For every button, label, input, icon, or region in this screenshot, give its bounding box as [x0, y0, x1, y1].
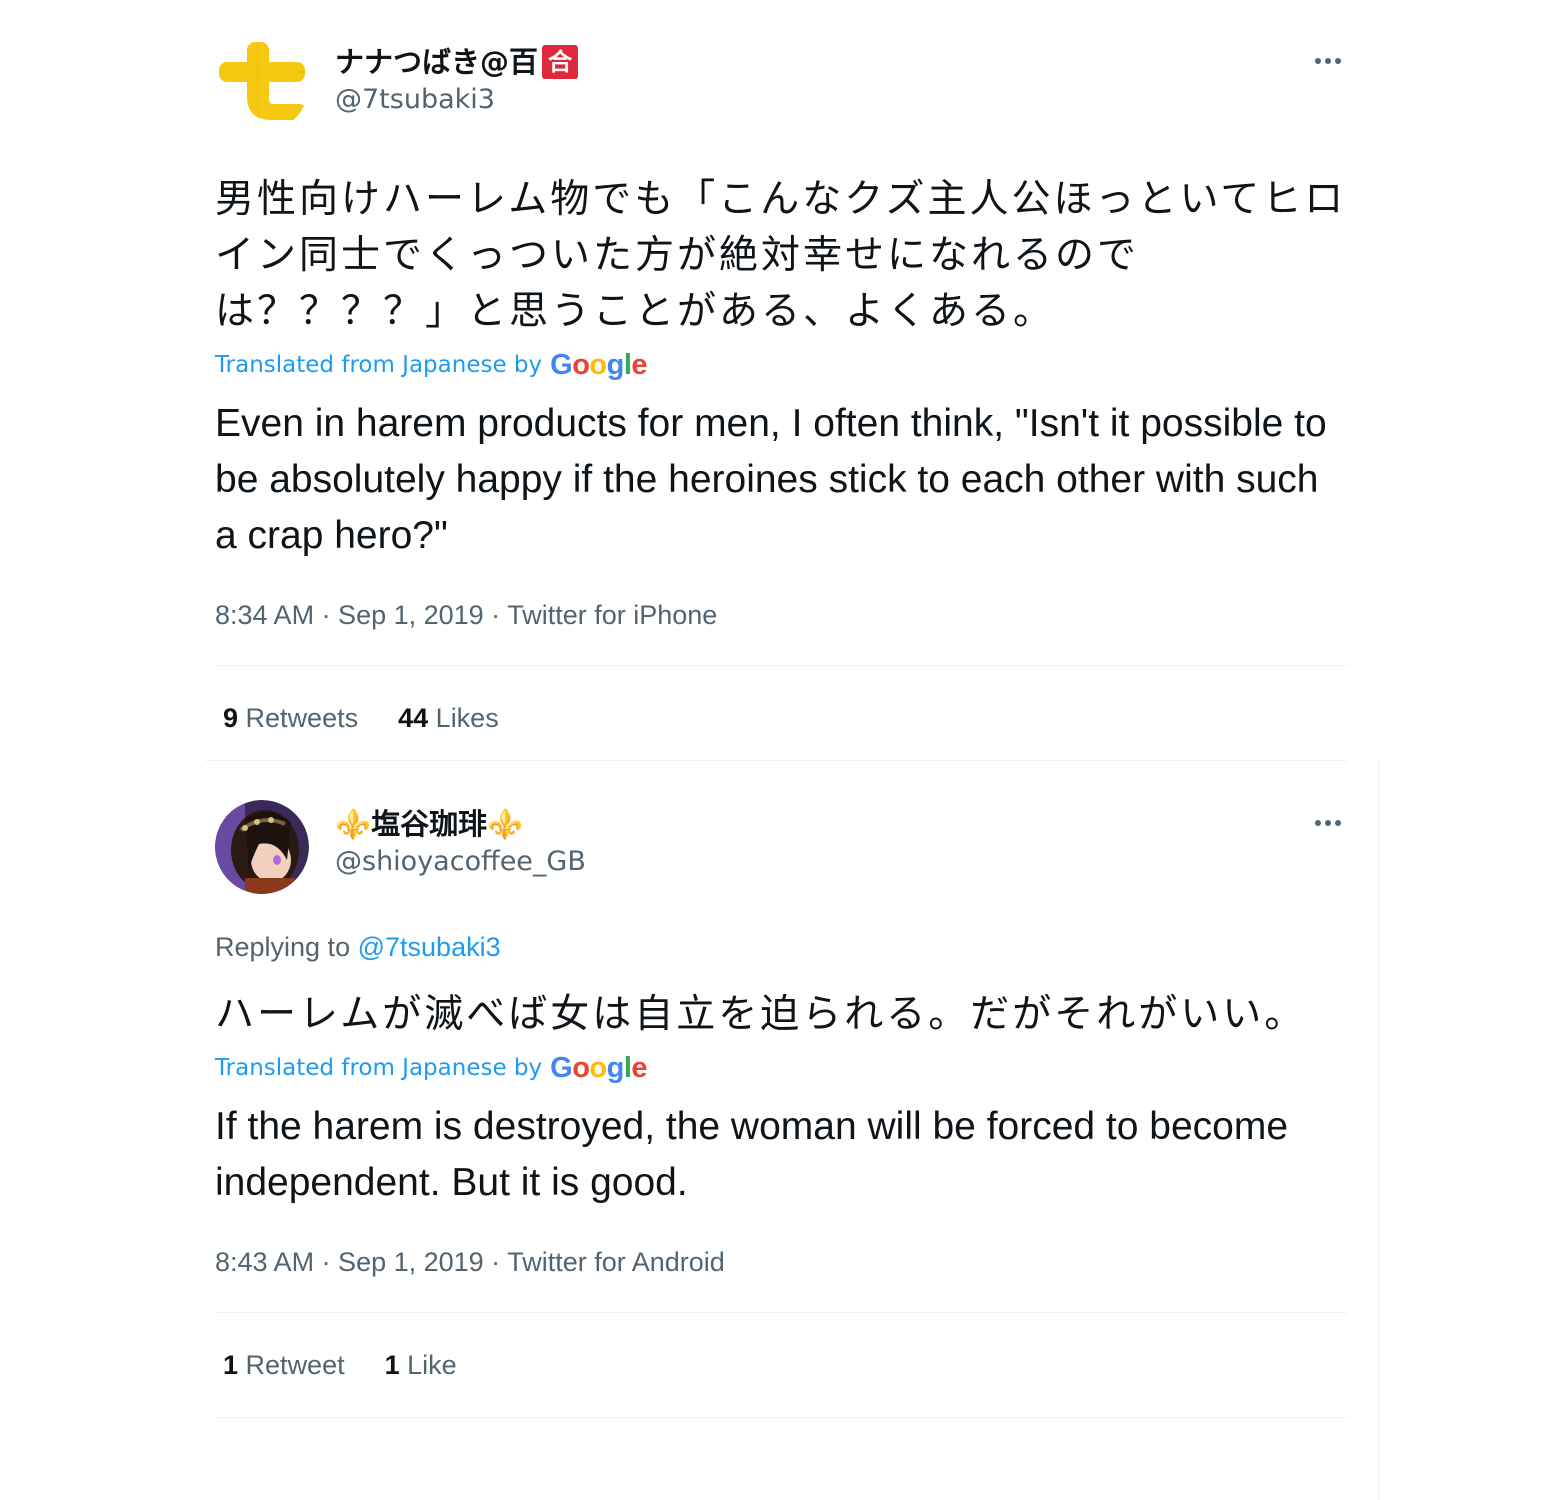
- translation-attribution[interactable]: Translated from Japanese by Google: [215, 1051, 1348, 1085]
- author-row: ナナつばき@百 合 @7tsubaki3: [215, 38, 1348, 134]
- replying-handle-link[interactable]: @7tsubaki3: [358, 932, 501, 962]
- display-name[interactable]: ナナつばき@百 合: [335, 44, 579, 80]
- more-horizontal-icon: [1315, 58, 1321, 64]
- avatar[interactable]: [215, 38, 309, 132]
- translated-label: Translated from Japanese by: [215, 1055, 543, 1081]
- tweet-stats: 9 Retweets 44 Likes: [215, 666, 1348, 770]
- tweet-text-original: 男性向けハーレム物でも「こんなクズ主人公ほっといてヒロイン同士でくっついた方が絶…: [215, 177, 1347, 334]
- divider: [215, 1417, 1348, 1418]
- google-logo: Google: [550, 348, 648, 381]
- display-name-text[interactable]: ⚜️塩谷珈琲⚜️: [335, 806, 523, 842]
- user-handle[interactable]: @7tsubaki3: [335, 80, 578, 120]
- retweets-count: 1: [223, 1349, 239, 1380]
- page: ナナつばき@百 合 @7tsubaki3 男性向けハーレム物でも「こんなクズ主人…: [0, 0, 1560, 1500]
- tweet-meta[interactable]: 8:34 AM · Sep 1, 2019 · Twitter for iPho…: [215, 600, 1348, 631]
- more-horizontal-icon: [1315, 820, 1321, 826]
- author-names: ナナつばき@百 合 @7tsubaki3: [335, 44, 579, 120]
- divider: [1378, 760, 1379, 1500]
- likes-label: Like: [407, 1349, 457, 1380]
- reply-tweet: ⚜️塩谷珈琲⚜️ @shioyacoffee_GB Replying to @7…: [215, 800, 1348, 1418]
- retweets-label: Retweet: [245, 1349, 345, 1380]
- likes-count: 1: [384, 1349, 400, 1380]
- translation-attribution[interactable]: Translated from Japanese by Google: [215, 348, 1348, 382]
- google-logo: Google: [550, 1051, 648, 1084]
- more-horizontal-icon: [1325, 820, 1331, 826]
- tweet-meta[interactable]: 8:43 AM · Sep 1, 2019 · Twitter for Andr…: [215, 1247, 1348, 1278]
- avatar[interactable]: [215, 800, 309, 894]
- likes-stat[interactable]: 1 Like: [385, 1350, 457, 1381]
- author-names: ⚜️塩谷珈琲⚜️ @shioyacoffee_GB: [335, 806, 586, 882]
- tweet-text-translated: Even in harem products for men, I often …: [215, 402, 1327, 557]
- display-name[interactable]: ⚜️塩谷珈琲⚜️: [335, 806, 586, 842]
- more-options-button[interactable]: [1308, 808, 1348, 838]
- more-horizontal-icon: [1335, 820, 1341, 826]
- main-tweet: ナナつばき@百 合 @7tsubaki3 男性向けハーレム物でも「こんなクズ主人…: [215, 38, 1348, 770]
- retweets-stat[interactable]: 9 Retweets: [223, 703, 358, 734]
- likes-label: Likes: [435, 702, 499, 733]
- display-name-text[interactable]: ナナつばき@百: [335, 44, 538, 80]
- tweet-text-original: ハーレムが滅べば女は自立を迫られる。だがそれがいい。: [215, 992, 1307, 1037]
- divider: [205, 760, 1348, 761]
- retweets-stat[interactable]: 1 Retweet: [223, 1350, 345, 1381]
- retweets-label: Retweets: [245, 702, 359, 733]
- replying-to: Replying to @7tsubaki3: [215, 932, 1348, 963]
- likes-count: 44: [398, 702, 429, 733]
- more-horizontal-icon: [1325, 58, 1331, 64]
- translated-label: Translated from Japanese by: [215, 352, 543, 378]
- user-handle[interactable]: @shioyacoffee_GB: [335, 842, 586, 882]
- tweet-stats: 1 Retweet 1 Like: [215, 1313, 1348, 1417]
- likes-stat[interactable]: 44 Likes: [398, 703, 499, 734]
- yuri-badge: 合: [542, 45, 579, 79]
- replying-prefix: Replying to: [215, 932, 351, 962]
- more-options-button[interactable]: [1308, 46, 1348, 76]
- retweets-count: 9: [223, 702, 239, 733]
- author-row: ⚜️塩谷珈琲⚜️ @shioyacoffee_GB: [215, 800, 1348, 896]
- more-horizontal-icon: [1335, 58, 1341, 64]
- tweet-text-translated: If the harem is destroyed, the woman wil…: [215, 1105, 1289, 1204]
